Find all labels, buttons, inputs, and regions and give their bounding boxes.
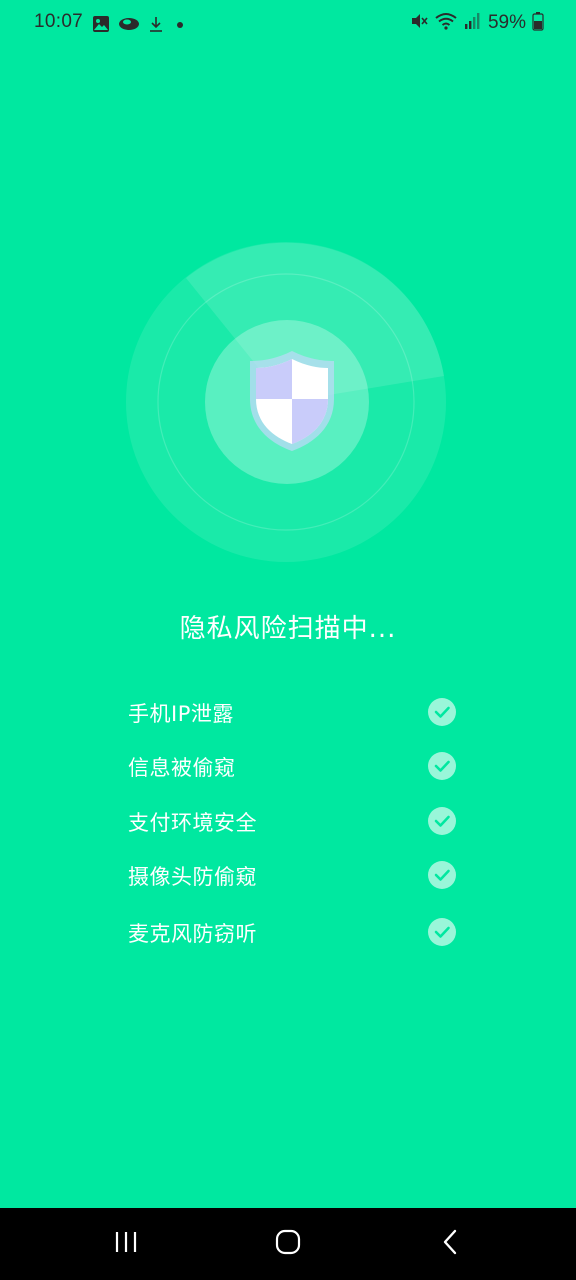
weather-icon: [118, 15, 140, 33]
check-label: 麦克风防窃听: [128, 922, 257, 946]
check-label: 支付环境安全: [128, 811, 257, 835]
check-item-info-peek: 信息被偷窥: [0, 738, 576, 794]
check-label: 摄像头防偷窥: [128, 865, 257, 889]
battery-icon: [532, 11, 544, 35]
dot-icon: [172, 15, 188, 33]
checkmark-icon: [428, 752, 456, 780]
mute-icon: [410, 12, 428, 34]
status-time: 10:07: [34, 11, 84, 32]
check-item-camera-peek: 摄像头防偷窥: [0, 847, 576, 903]
battery-percent: 59%: [487, 12, 526, 33]
wifi-icon: [434, 11, 458, 35]
shield-icon: [246, 349, 338, 453]
home-button[interactable]: [268, 1226, 308, 1262]
checkmark-icon: [428, 918, 456, 946]
status-left-icons: [92, 13, 188, 35]
check-label: 手机IP泄露: [128, 702, 234, 726]
checkmark-icon: [428, 807, 456, 835]
check-item-ip-leak: 手机IP泄露: [0, 684, 576, 740]
signal-icon: [464, 12, 482, 34]
checkmark-icon: [428, 698, 456, 726]
scan-title: 隐私风险扫描中...: [179, 614, 397, 644]
download-icon: [148, 15, 164, 33]
nav-bar: [0, 1208, 576, 1280]
back-button[interactable]: [430, 1226, 470, 1262]
checkmark-icon: [428, 861, 456, 889]
check-item-mic-listen: 麦克风防窃听: [0, 904, 576, 960]
check-label: 信息被偷窥: [128, 756, 236, 780]
recents-button[interactable]: [106, 1226, 146, 1262]
back-icon: [440, 1229, 460, 1259]
status-right-icons: 59%: [410, 11, 544, 35]
recents-icon: [113, 1230, 139, 1258]
check-item-payment-safe: 支付环境安全: [0, 793, 576, 849]
home-icon: [275, 1229, 301, 1259]
image-icon: [92, 15, 110, 33]
status-bar: 10:07 59%: [0, 0, 576, 48]
